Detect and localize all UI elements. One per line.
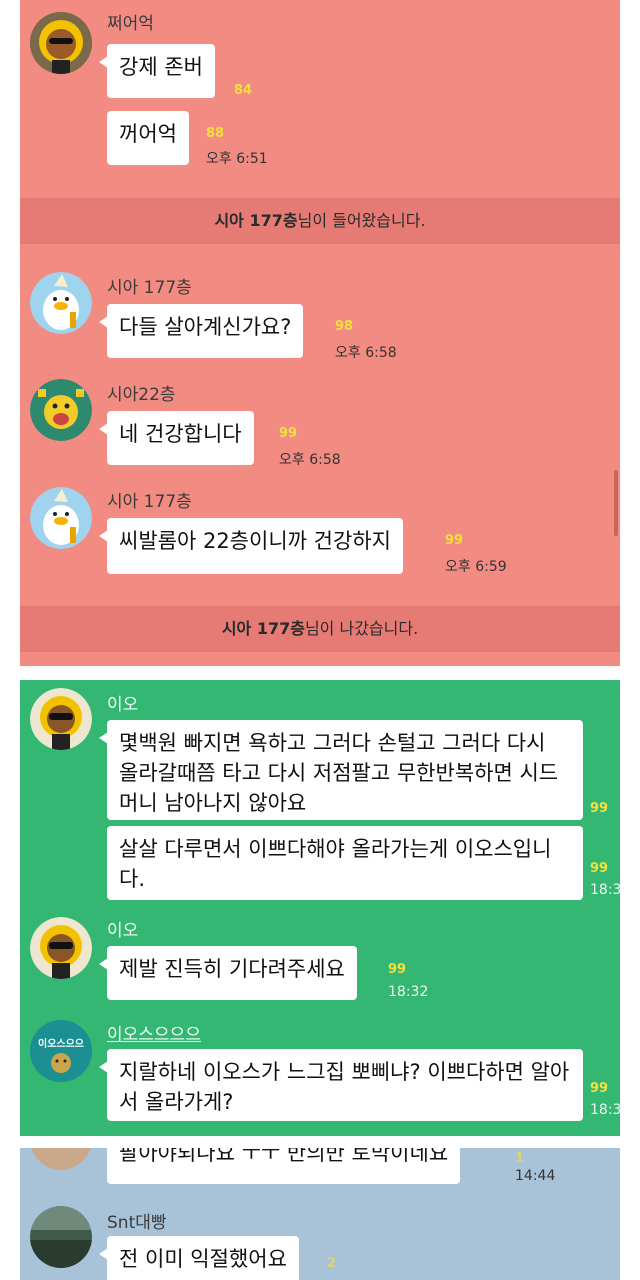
unread-count: 98 xyxy=(335,319,354,334)
sender-name: 시아 177층 xyxy=(107,492,192,512)
message-bubble[interactable]: 다들 살아계신가요? xyxy=(98,304,304,358)
chat-panel-green: 이오 몇백원 빠지면 욕하고 그러다 손털고 그러다 다시 올라갈때쯤 타고 다… xyxy=(20,680,620,1136)
avatar-eos-icon[interactable]: 이오스으으 xyxy=(30,1020,92,1082)
message-time: 오후 6:51 xyxy=(206,151,268,167)
system-notice-leave: 시아 177층님이 나갔습니다. xyxy=(20,606,620,652)
unread-count: 99 xyxy=(590,861,609,876)
unread-count: 99 xyxy=(590,1081,609,1096)
unread-count: 99 xyxy=(590,801,609,816)
avatar-duck-icon[interactable] xyxy=(30,487,92,549)
message-time: 오후 6:59 xyxy=(445,559,507,575)
scrollbar[interactable] xyxy=(614,470,618,536)
sender-name: 이오스으으으 xyxy=(107,1025,201,1045)
message-bubble[interactable]: 씨발롬아 22층이니까 건강하지 xyxy=(99,518,403,574)
notice-user-name: 시아 177층 xyxy=(214,211,298,230)
notice-text: 님이 나갔습니다. xyxy=(304,619,419,638)
avatar-sunglasses-icon[interactable] xyxy=(30,688,92,750)
avatar-cheering-icon[interactable] xyxy=(30,379,92,441)
message-bubble[interactable]: 전 이미 익절했어요 xyxy=(99,1236,299,1280)
message-time: 18:3 xyxy=(590,882,620,898)
message-bubble[interactable]: 살살 다루면서 이쁘다해야 올라가는게 이오스입니다. xyxy=(107,826,583,900)
sender-name: 이오 xyxy=(107,921,139,941)
message-bubble[interactable]: 몇백원 빠지면 욕하고 그러다 손털고 그러다 다시 올라갈때쯤 타고 다시 저… xyxy=(99,720,583,820)
sender-name: 쩌어억 xyxy=(107,14,154,34)
message-bubble[interactable]: 팔아야되나요 ㅜㅜ 반의반 토막이네요 xyxy=(107,1148,461,1184)
message-bubble[interactable]: 꺼어억 xyxy=(107,111,189,165)
notice-user-name: 시아 177층 xyxy=(221,619,305,638)
unread-count: 84 xyxy=(234,83,253,98)
message-bubble[interactable]: 강제 존버 xyxy=(99,44,215,98)
unread-count: 99 xyxy=(445,533,464,548)
chat-panel-blue: 팔아야되나요 ㅜㅜ 반의반 토막이네요 1 14:44 Snt대빵 전 이미 익… xyxy=(20,1148,620,1280)
system-notice-join: 시아 177층님이 들어왔습니다. xyxy=(20,198,620,244)
avatar-label: 이오스으으 xyxy=(38,1039,84,1050)
sender-name: Snt대빵 xyxy=(107,1213,167,1233)
message-time: 18:32 xyxy=(388,984,429,1000)
avatar-bear-icon[interactable] xyxy=(30,12,92,74)
message-bubble[interactable]: 네 건강합니다 xyxy=(99,411,254,465)
message-bubble[interactable]: 제발 진득히 기다려주세요 xyxy=(99,946,357,1000)
message-time: 18:3 xyxy=(590,1102,620,1118)
message-bubble[interactable]: 지랄하네 이오스가 느그집 뽀삐냐? 이쁘다하면 알아서 올라가게? xyxy=(99,1049,583,1121)
message-time: 14:44 xyxy=(515,1168,556,1184)
sender-name: 시아22층 xyxy=(107,385,176,405)
unread-count: 2 xyxy=(327,1256,337,1271)
unread-count: 88 xyxy=(206,126,225,141)
sender-name: 시아 177층 xyxy=(107,278,192,298)
message-time: 오후 6:58 xyxy=(335,345,397,361)
message-time: 오후 6:58 xyxy=(279,452,341,468)
unread-count: 1 xyxy=(515,1151,525,1166)
sender-name: 이오 xyxy=(107,695,139,715)
notice-text: 님이 들어왔습니다. xyxy=(297,211,426,230)
unread-count: 99 xyxy=(388,962,407,977)
avatar-duck-icon[interactable] xyxy=(30,272,92,334)
avatar-landscape-icon[interactable] xyxy=(30,1206,92,1268)
unread-count: 99 xyxy=(279,426,298,441)
avatar-icon[interactable] xyxy=(30,1148,92,1170)
chat-panel-pink: 쩌어억 강제 존버 84 꺼어억 88 오후 6:51 시아 177층님이 들어… xyxy=(20,0,620,666)
avatar-sunglasses-icon[interactable] xyxy=(30,917,92,979)
